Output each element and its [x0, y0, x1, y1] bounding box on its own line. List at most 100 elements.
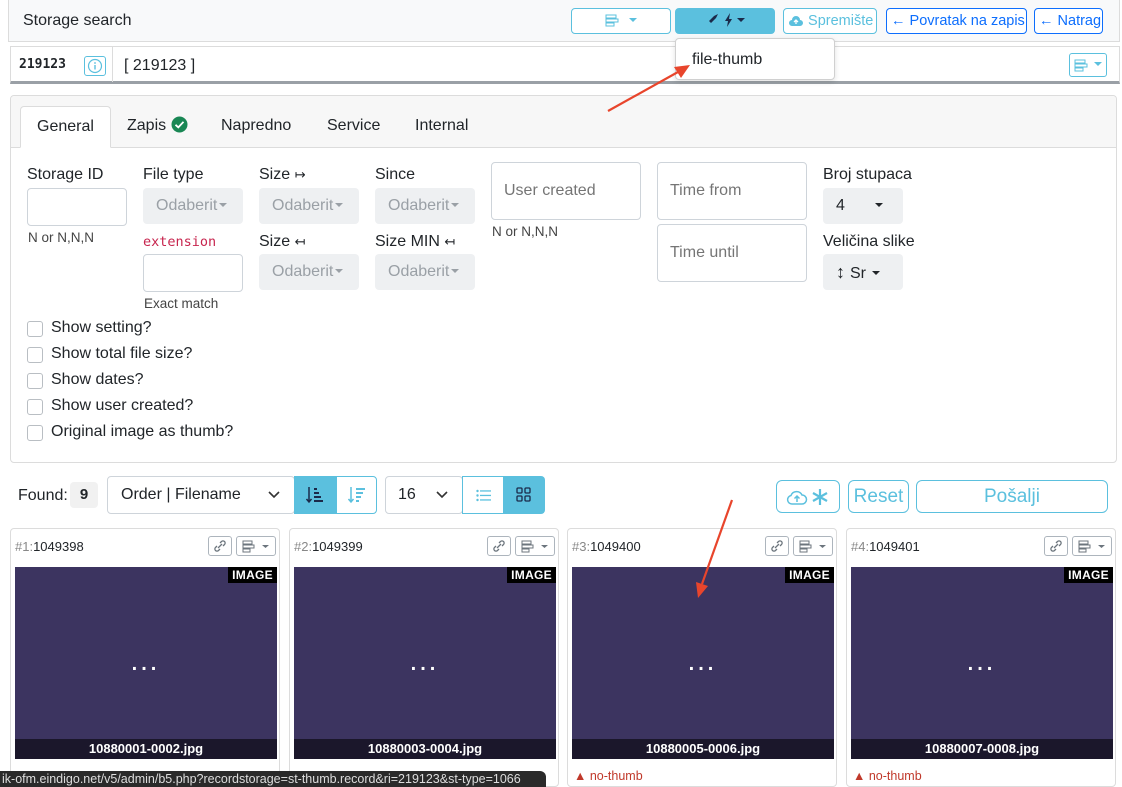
link-icon[interactable] — [208, 536, 232, 556]
check-circle-icon — [171, 116, 188, 133]
checkbox-show-dates[interactable] — [27, 373, 43, 389]
result-menu-button[interactable] — [1072, 536, 1112, 556]
back-label: Natrag — [1057, 13, 1102, 29]
time-from-input[interactable]: Time from — [657, 162, 807, 220]
tab-label: General — [37, 118, 94, 135]
tab-general[interactable]: General — [20, 106, 111, 148]
sort-ascending-button[interactable] — [294, 476, 336, 514]
layout-menu-button[interactable] — [571, 8, 671, 34]
actions-menu-button[interactable] — [675, 8, 775, 34]
extension-input[interactable] — [143, 254, 243, 292]
record-menu-button[interactable] — [1069, 53, 1107, 77]
sort-ascending-icon — [306, 487, 323, 504]
result-id-value: 1049400 — [590, 539, 641, 554]
list-view-button[interactable] — [462, 476, 504, 514]
size-from-select[interactable]: Odaberit — [259, 188, 359, 224]
since-select[interactable]: Odaberit — [375, 188, 475, 224]
link-icon[interactable] — [1044, 536, 1068, 556]
caret-down-icon — [335, 203, 344, 207]
send-label: Pošalji — [984, 486, 1040, 507]
columns-select[interactable]: 4 — [823, 188, 903, 224]
tab-internal[interactable]: Internal — [399, 106, 484, 148]
storage-id-hint: N or N,N,N — [28, 230, 95, 245]
caret-down-icon — [872, 271, 880, 275]
found-count: 9 — [70, 482, 98, 508]
order-value: Order | Filename — [121, 486, 241, 503]
per-page-select[interactable]: 16 — [385, 476, 463, 514]
tab-napredno[interactable]: Napredno — [205, 106, 307, 148]
size-to-select[interactable]: Odaberit — [259, 254, 359, 290]
checkbox-show-user-created[interactable] — [27, 399, 43, 415]
result-index: #1: — [15, 539, 34, 554]
no-thumb-warning: ▲ no-thumb — [574, 769, 643, 783]
time-until-input[interactable]: Time until — [657, 224, 807, 282]
link-icon[interactable] — [765, 536, 789, 556]
sort-descending-icon — [348, 487, 365, 504]
type-badge: IMAGE — [507, 567, 556, 583]
label-text: Size MIN — [375, 233, 440, 250]
caret-down-icon — [219, 203, 228, 207]
menu-item-file-thumb[interactable]: file-thumb — [692, 51, 762, 69]
result-id-value: 1049401 — [869, 539, 920, 554]
storage-id-input[interactable] — [27, 188, 127, 226]
arrow-left-icon: ← — [1039, 13, 1054, 29]
size-min-select[interactable]: Odaberit — [375, 254, 475, 290]
checkbox-label: Show user created? — [51, 397, 194, 414]
result-menu-button[interactable] — [515, 536, 555, 556]
user-created-input[interactable]: User created — [491, 162, 641, 220]
info-icon[interactable] — [84, 56, 106, 76]
back-button[interactable]: ← Natrag — [1034, 8, 1103, 34]
thumbnail[interactable]: IMAGE ... 10880001-0002.jpg — [15, 567, 277, 759]
send-button[interactable]: Pošalji — [916, 480, 1108, 513]
checkbox-show-total-size[interactable] — [27, 347, 43, 363]
time-from-placeholder: Time from — [670, 182, 742, 199]
tab-bar: General Zapis Napredno Service Internal — [11, 96, 1116, 148]
file-name: 10880005-0006.jpg — [572, 739, 834, 759]
size-min-label: Size MIN ↤ — [375, 233, 455, 251]
divider — [112, 47, 113, 82]
chevron-down-icon — [1094, 62, 1103, 66]
thumbnail[interactable]: IMAGE ... 10880007-0008.jpg — [851, 567, 1113, 759]
cloud-all-button[interactable] — [776, 480, 840, 513]
tab-zapis[interactable]: Zapis — [111, 106, 204, 148]
status-bar-url: ik-ofm.eindigo.net/v5/admin/b5.php?recor… — [0, 771, 546, 787]
checkbox-label: Original image as thumb? — [51, 423, 234, 440]
checkbox-label: Show total file size? — [51, 345, 193, 362]
result-menu-button[interactable] — [236, 536, 276, 556]
no-thumb-warning: ▲ no-thumb — [853, 769, 922, 783]
result-card[interactable]: #2:1049399 IMAGE ... 10880003-0004.jpg — [289, 528, 559, 787]
checkbox-show-setting[interactable] — [27, 321, 43, 337]
arrow-right-to-bar-icon: ↦ — [294, 167, 306, 182]
sort-descending-button[interactable] — [336, 476, 377, 514]
no-thumb-label: no-thumb — [589, 769, 643, 783]
grid-view-button[interactable] — [503, 476, 545, 514]
cloud-icon — [789, 16, 803, 26]
result-card[interactable]: #4:1049401 IMAGE ... 10880007-0008.jpg ▲… — [846, 528, 1116, 787]
back-to-record-button[interactable]: ← Povratak na zapis — [886, 8, 1027, 34]
order-select[interactable]: Order | Filename — [107, 476, 295, 514]
thumbnail[interactable]: IMAGE ... 10880003-0004.jpg — [294, 567, 556, 759]
result-menu-button[interactable] — [793, 536, 833, 556]
loading-dots: ... — [967, 653, 997, 675]
tab-service[interactable]: Service — [311, 106, 396, 148]
caret-down-icon — [451, 203, 460, 207]
result-index: #3: — [572, 539, 591, 554]
link-icon[interactable] — [487, 536, 511, 556]
thumbnail[interactable]: IMAGE ... 10880005-0006.jpg — [572, 567, 834, 759]
warning-icon: ▲ — [853, 769, 866, 783]
result-card[interactable]: #3:1049400 IMAGE ... 10880005-0006.jpg ▲… — [567, 528, 837, 787]
image-size-select[interactable]: ↕ Sr — [823, 254, 903, 290]
spremiste-button[interactable]: Spremište — [783, 8, 877, 34]
checkbox-original-image-thumb[interactable] — [27, 425, 43, 441]
caret-down-icon — [451, 269, 460, 273]
extension-hint: Exact match — [144, 296, 219, 311]
bolt-icon — [724, 13, 732, 27]
page-title: Storage search — [23, 12, 132, 29]
file-type-select[interactable]: Odaberit — [143, 188, 243, 224]
list-icon — [1074, 59, 1088, 72]
arrow-left-icon: ← — [891, 13, 906, 29]
per-page-value: 16 — [398, 486, 416, 503]
label-text: Size — [259, 233, 291, 250]
result-card[interactable]: #1:1049398 IMAGE ... 10880001-0002.jpg — [10, 528, 280, 787]
reset-button[interactable]: Reset — [848, 480, 909, 513]
